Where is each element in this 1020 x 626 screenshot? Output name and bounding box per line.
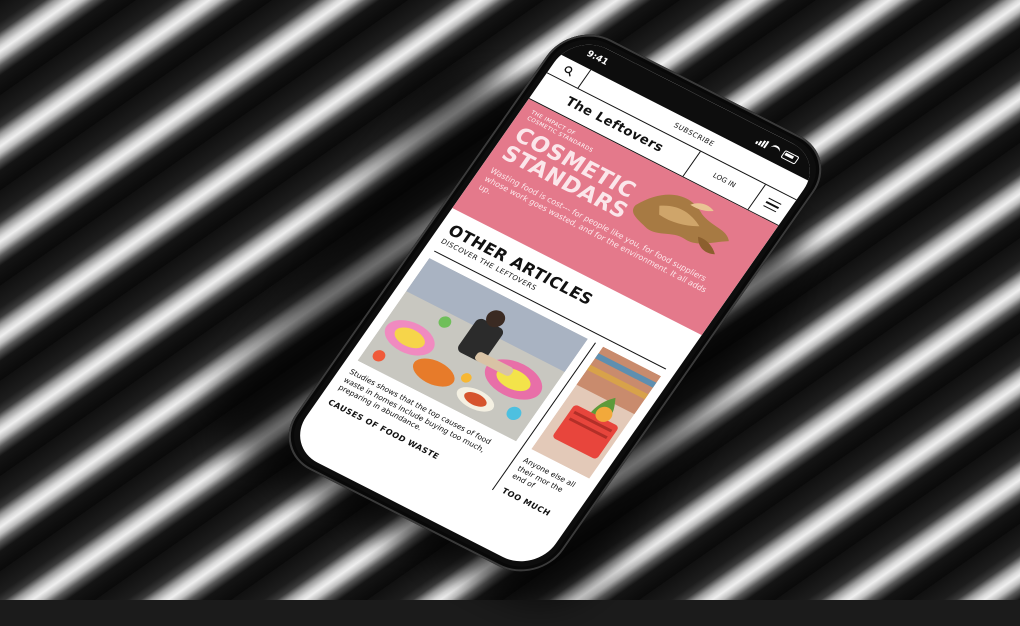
status-time: 9:41 bbox=[584, 49, 610, 68]
signal-icon bbox=[755, 137, 770, 149]
login-label: LOG IN bbox=[711, 171, 738, 190]
search-icon bbox=[564, 66, 573, 77]
battery-icon bbox=[780, 149, 801, 165]
wifi-icon bbox=[768, 143, 783, 156]
